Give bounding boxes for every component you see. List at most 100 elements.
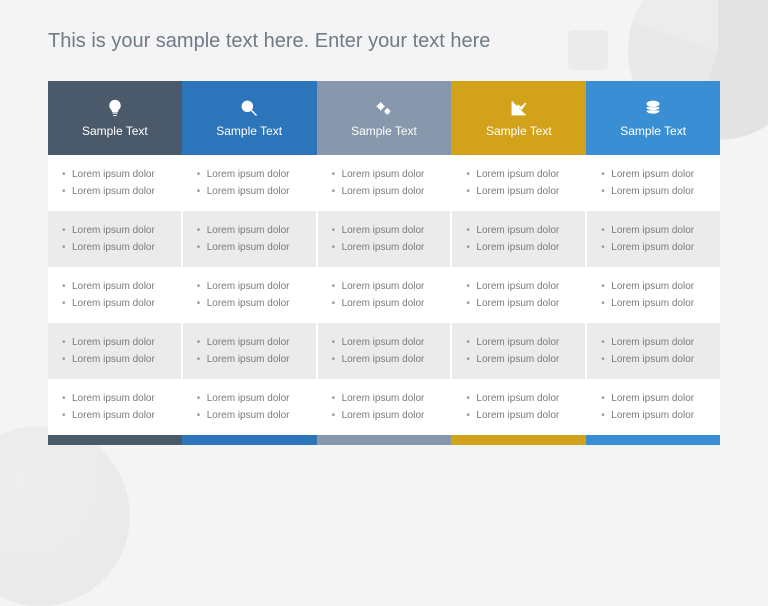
list-item: Lorem ipsum dolor [62,184,173,199]
list-item: Lorem ipsum dolor [332,335,443,350]
column-label-2: Sample Text [351,124,417,138]
list-item: Lorem ipsum dolor [601,184,712,199]
list-item: Lorem ipsum dolor [62,167,173,182]
list-item: Lorem ipsum dolor [197,391,308,406]
magnifier-icon [239,98,259,118]
column-label-4: Sample Text [620,124,686,138]
table-cell: Lorem ipsum dolor Lorem ipsum dolor [586,211,720,267]
list-item: Lorem ipsum dolor [197,167,308,182]
list-item: Lorem ipsum dolor [601,408,712,423]
table-cell: Lorem ipsum dolor Lorem ipsum dolor [586,155,720,211]
list-item: Lorem ipsum dolor [332,296,443,311]
table-cell: Lorem ipsum dolor Lorem ipsum dolor [451,323,586,379]
list-item: Lorem ipsum dolor [197,184,308,199]
list-item: Lorem ipsum dolor [601,296,712,311]
column-header-4: Sample Text [586,81,720,155]
lightbulb-icon [105,98,125,118]
table-cell: Lorem ipsum dolor Lorem ipsum dolor [451,267,586,323]
table-cell: Lorem ipsum dolor Lorem ipsum dolor [182,379,317,435]
column-header-2: Sample Text [317,81,452,155]
list-item: Lorem ipsum dolor [197,240,308,255]
list-item: Lorem ipsum dolor [62,335,173,350]
list-item: Lorem ipsum dolor [62,223,173,238]
list-item: Lorem ipsum dolor [62,352,173,367]
list-item: Lorem ipsum dolor [466,167,577,182]
list-item: Lorem ipsum dolor [466,391,577,406]
list-item: Lorem ipsum dolor [601,352,712,367]
column-header-0: Sample Text [48,81,182,155]
list-item: Lorem ipsum dolor [601,391,712,406]
table-cell: Lorem ipsum dolor Lorem ipsum dolor [317,155,452,211]
gears-icon [374,98,394,118]
list-item: Lorem ipsum dolor [62,279,173,294]
table-cell: Lorem ipsum dolor Lorem ipsum dolor [182,267,317,323]
list-item: Lorem ipsum dolor [197,223,308,238]
table-body: Lorem ipsum dolor Lorem ipsum dolor Lorem … [48,155,720,435]
column-label-3: Sample Text [486,124,552,138]
list-item: Lorem ipsum dolor [197,335,308,350]
list-item: Lorem ipsum dolor [332,240,443,255]
list-item: Lorem ipsum dolor [601,335,712,350]
table-cell: Lorem ipsum dolor Lorem ipsum dolor [451,379,586,435]
table-cell: Lorem ipsum dolor Lorem ipsum dolor [48,211,182,267]
list-item: Lorem ipsum dolor [601,167,712,182]
layers-icon [643,98,663,118]
table-cell: Lorem ipsum dolor Lorem ipsum dolor [48,323,182,379]
list-item: Lorem ipsum dolor [466,223,577,238]
table-header-row: Sample Text Sample Text Sample Text [48,81,720,155]
table-cell: Lorem ipsum dolor Lorem ipsum dolor [586,379,720,435]
list-item: Lorem ipsum dolor [332,391,443,406]
column-header-1: Sample Text [182,81,317,155]
table-cell: Lorem ipsum dolor Lorem ipsum dolor [586,267,720,323]
list-item: Lorem ipsum dolor [197,279,308,294]
list-item: Lorem ipsum dolor [466,184,577,199]
list-item: Lorem ipsum dolor [601,240,712,255]
slide: This is your sample text here. Enter you… [0,0,768,576]
column-label-0: Sample Text [82,124,148,138]
list-item: Lorem ipsum dolor [62,391,173,406]
table-cell: Lorem ipsum dolor Lorem ipsum dolor [182,211,317,267]
list-item: Lorem ipsum dolor [466,296,577,311]
chart-icon [509,98,529,118]
footer-accent-stripe [48,435,720,445]
list-item: Lorem ipsum dolor [601,279,712,294]
table-cell: Lorem ipsum dolor Lorem ipsum dolor [451,211,586,267]
table-row: Lorem ipsum dolorLorem ipsum dolorLorem … [48,267,720,323]
table-row: Lorem ipsum dolorLorem ipsum dolorLorem … [48,155,720,211]
table-cell: Lorem ipsum dolor Lorem ipsum dolor [182,155,317,211]
table-cell: Lorem ipsum dolor Lorem ipsum dolor [317,379,452,435]
list-item: Lorem ipsum dolor [466,408,577,423]
table-cell: Lorem ipsum dolor Lorem ipsum dolor [48,267,182,323]
list-item: Lorem ipsum dolor [197,408,308,423]
list-item: Lorem ipsum dolor [466,352,577,367]
table-cell: Lorem ipsum dolor Lorem ipsum dolor [182,323,317,379]
list-item: Lorem ipsum dolor [332,408,443,423]
comparison-table: Sample Text Sample Text Sample Text [48,81,720,435]
list-item: Lorem ipsum dolor [197,296,308,311]
table-cell: Lorem ipsum dolor Lorem ipsum dolor [586,323,720,379]
list-item: Lorem ipsum dolor [332,167,443,182]
table-row: Lorem ipsum dolorLorem ipsum dolorLorem … [48,379,720,435]
list-item: Lorem ipsum dolor [466,240,577,255]
list-item: Lorem ipsum dolor [332,184,443,199]
list-item: Lorem ipsum dolor [332,352,443,367]
list-item: Lorem ipsum dolor [466,335,577,350]
table-cell: Lorem ipsum dolorLorem ipsum dolor [317,211,452,267]
list-item: Lorem ipsum dolor [62,296,173,311]
page-title: This is your sample text here. Enter you… [48,30,720,53]
column-header-3: Sample Text [451,81,586,155]
list-item: Lorem ipsum dolor [62,240,173,255]
table-cell: Lorem ipsum dolor Lorem ipsum dolor [317,267,452,323]
list-item: Lorem ipsum dolor [197,352,308,367]
list-item: Lorem ipsum dolor [466,279,577,294]
column-label-1: Sample Text [216,124,282,138]
list-item: Lorem ipsum dolor [601,223,712,238]
list-item: Lorem ipsum dolor [62,408,173,423]
table-cell: Lorem ipsum dolor Lorem ipsum dolor [451,155,586,211]
table-row: Lorem ipsum dolorLorem ipsum dolorLorem … [48,323,720,379]
table-row: Lorem ipsum dolor Lorem ipsum dolor Lorem … [48,211,720,267]
table-cell: Lorem ipsum dolor Lorem ipsum dolor [48,379,182,435]
table-cell: Lorem ipsum dolor Lorem ipsum dolor [317,323,452,379]
table-cell: Lorem ipsum dolor Lorem ipsum dolor [48,155,182,211]
list-item: Lorem ipsum dolor [332,279,443,294]
